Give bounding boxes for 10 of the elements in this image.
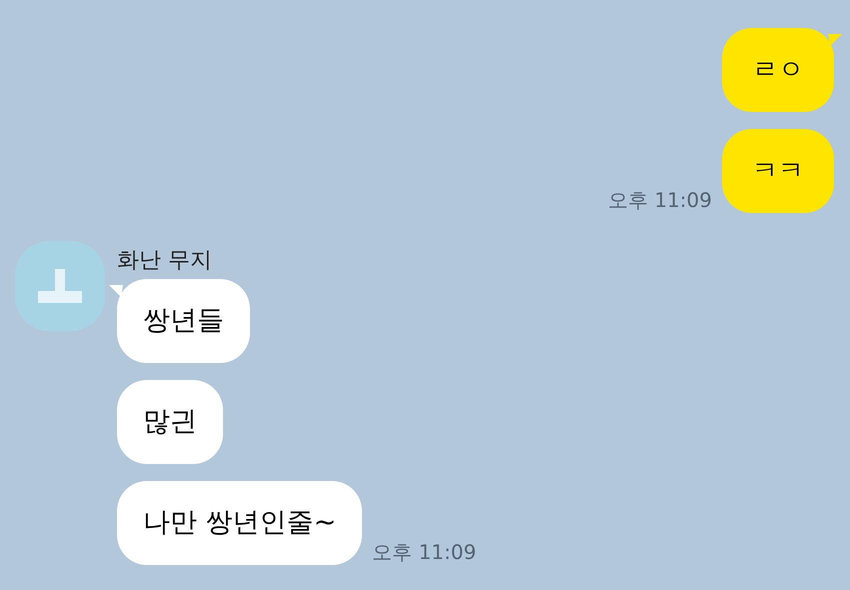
message-time: 오후 11:09: [372, 539, 476, 566]
message-bubble: 많긘: [117, 380, 223, 464]
sender-name: 화난 무지: [117, 247, 212, 275]
message-bubble: ㄹㅇ: [722, 28, 834, 112]
message-bubble: ㅋㅋ: [722, 129, 834, 213]
message-time: 오후 11:09: [608, 187, 712, 214]
profile-silhouette-icon: [38, 269, 82, 303]
message-bubble: 쌍년들: [117, 279, 250, 363]
message-bubble: 나만 쌍년인줄~: [117, 481, 362, 565]
avatar[interactable]: [15, 241, 105, 331]
